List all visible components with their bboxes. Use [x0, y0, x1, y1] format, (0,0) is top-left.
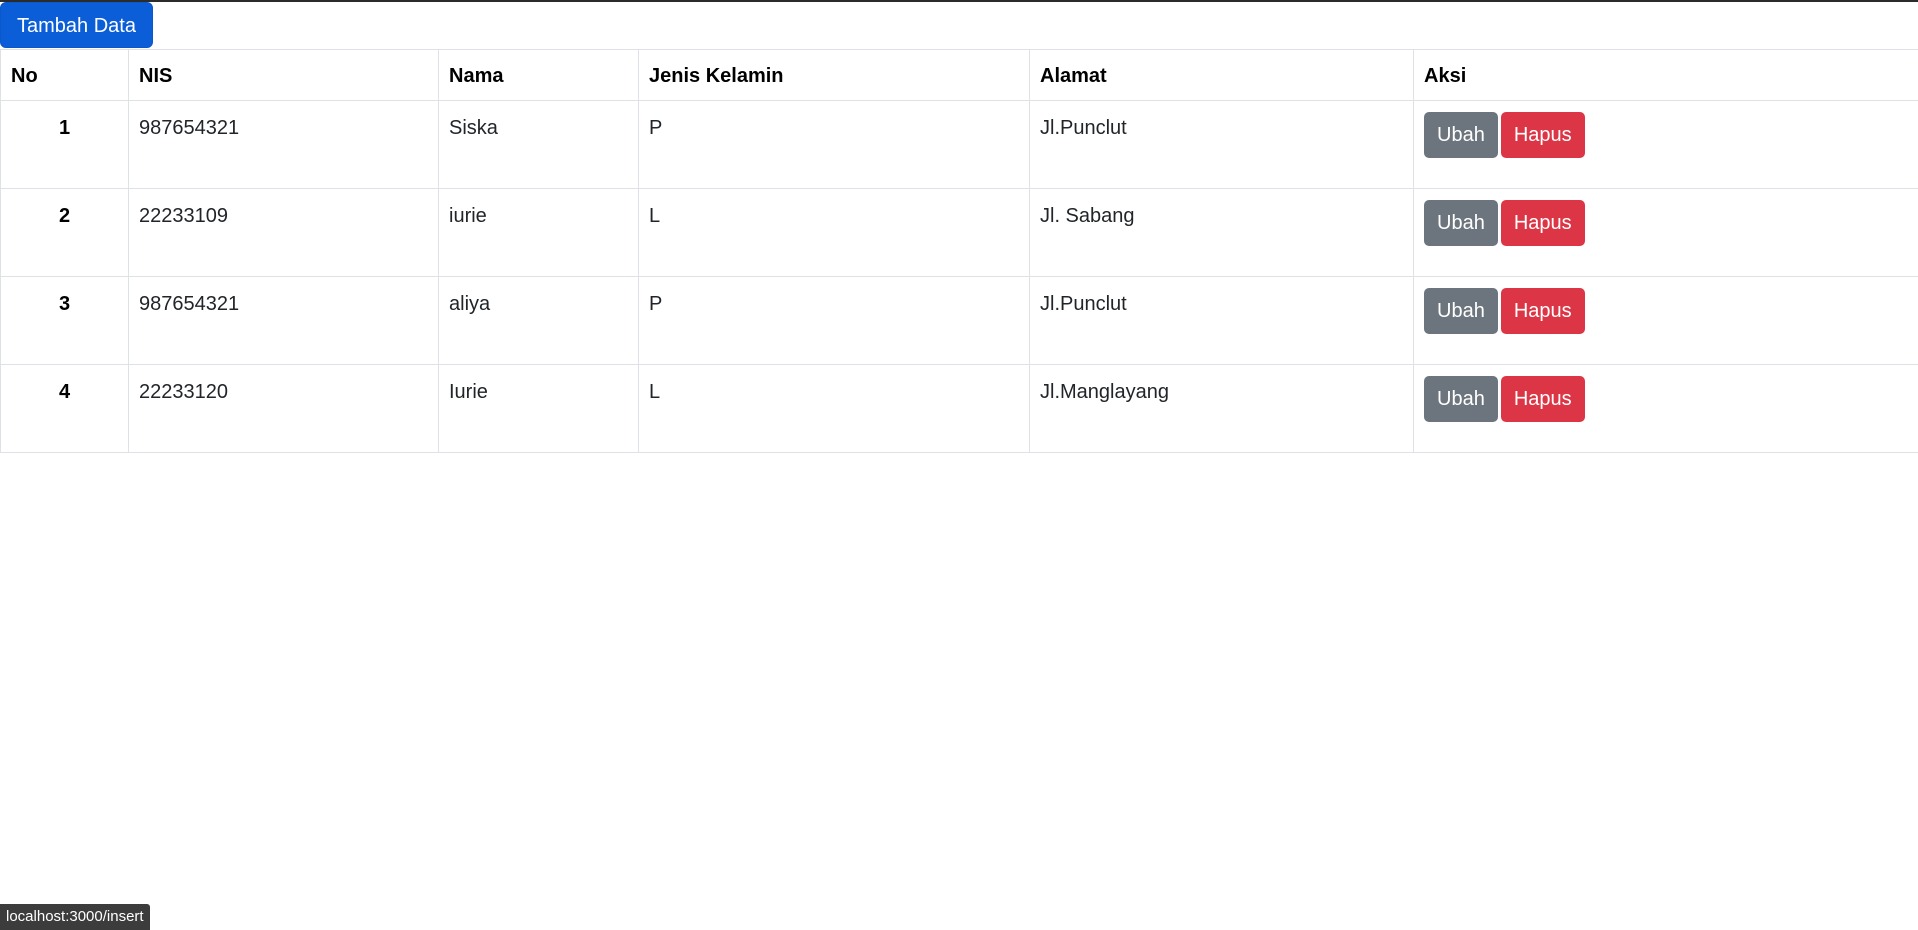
- table-row: 1 987654321 Siska P Jl.Punclut Ubah Hapus: [0, 100, 1918, 189]
- delete-button[interactable]: Hapus: [1500, 376, 1585, 422]
- delete-button[interactable]: Hapus: [1500, 112, 1585, 158]
- table-header: No NIS Nama Jenis Kelamin Alamat Aksi: [0, 49, 1918, 101]
- jenis-kelamin-cell: L: [638, 364, 1030, 453]
- jenis-kelamin-cell: P: [638, 276, 1030, 365]
- delete-button[interactable]: Hapus: [1500, 200, 1585, 246]
- add-data-button[interactable]: Tambah Data: [0, 2, 153, 48]
- nama-cell: aliya: [438, 276, 639, 365]
- table-row: 2 22233109 iurie L Jl. Sabang Ubah Hapus: [0, 188, 1918, 277]
- alamat-cell: Jl.Punclut: [1029, 276, 1414, 365]
- jenis-kelamin-cell: P: [638, 100, 1030, 189]
- aksi-cell: Ubah Hapus: [1413, 100, 1918, 189]
- table-body: 1 987654321 Siska P Jl.Punclut Ubah Hapus…: [0, 100, 1918, 453]
- edit-button[interactable]: Ubah: [1424, 200, 1498, 246]
- edit-button[interactable]: Ubah: [1424, 288, 1498, 334]
- row-number: 1: [0, 100, 129, 189]
- nis-cell: 22233120: [128, 364, 439, 453]
- aksi-cell: Ubah Hapus: [1413, 276, 1918, 365]
- row-number: 4: [0, 364, 129, 453]
- student-table: No NIS Nama Jenis Kelamin Alamat Aksi 1 …: [0, 49, 1918, 453]
- aksi-cell: Ubah Hapus: [1413, 188, 1918, 277]
- table-row: 3 987654321 aliya P Jl.Punclut Ubah Hapus: [0, 276, 1918, 365]
- student-table-container: No NIS Nama Jenis Kelamin Alamat Aksi 1 …: [0, 49, 1918, 453]
- nis-cell: 987654321: [128, 276, 439, 365]
- alamat-cell: Jl.Manglayang: [1029, 364, 1414, 453]
- nama-cell: iurie: [438, 188, 639, 277]
- edit-button[interactable]: Ubah: [1424, 112, 1498, 158]
- row-number: 2: [0, 188, 129, 277]
- nis-cell: 987654321: [128, 100, 439, 189]
- table-header-row: No NIS Nama Jenis Kelamin Alamat Aksi: [0, 49, 1918, 101]
- column-header-aksi: Aksi: [1413, 49, 1918, 101]
- nis-cell: 22233109: [128, 188, 439, 277]
- column-header-no: No: [0, 49, 129, 101]
- aksi-cell: Ubah Hapus: [1413, 364, 1918, 453]
- row-number: 3: [0, 276, 129, 365]
- nama-cell: Siska: [438, 100, 639, 189]
- column-header-nama: Nama: [438, 49, 639, 101]
- alamat-cell: Jl. Sabang: [1029, 188, 1414, 277]
- column-header-nis: NIS: [128, 49, 439, 101]
- column-header-alamat: Alamat: [1029, 49, 1414, 101]
- link-status-bar: localhost:3000/insert: [0, 904, 150, 930]
- window-top-border: [0, 0, 1918, 2]
- alamat-cell: Jl.Punclut: [1029, 100, 1414, 189]
- jenis-kelamin-cell: L: [638, 188, 1030, 277]
- delete-button[interactable]: Hapus: [1500, 288, 1585, 334]
- nama-cell: Iurie: [438, 364, 639, 453]
- table-row: 4 22233120 Iurie L Jl.Manglayang Ubah Hap…: [0, 364, 1918, 453]
- edit-button[interactable]: Ubah: [1424, 376, 1498, 422]
- column-header-jenis-kelamin: Jenis Kelamin: [638, 49, 1030, 101]
